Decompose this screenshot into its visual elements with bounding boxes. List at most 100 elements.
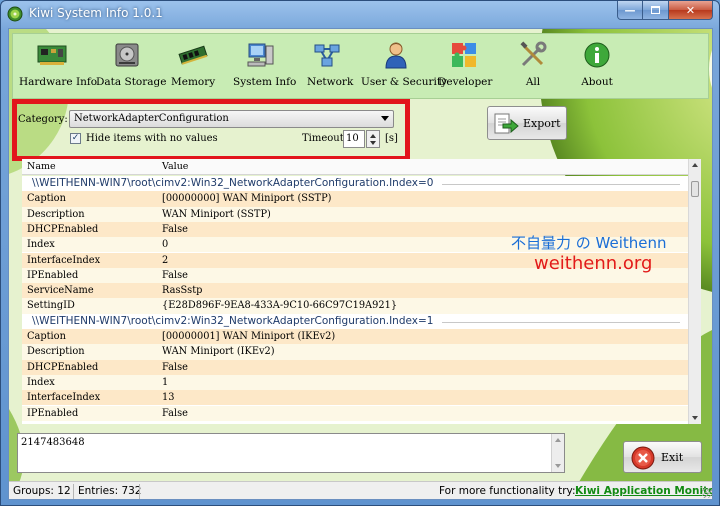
- table-row[interactable]: IPEnabled False: [22, 405, 688, 421]
- checkmark-icon: ✓: [71, 133, 80, 143]
- spin-down-icon[interactable]: [370, 141, 376, 145]
- column-header-value[interactable]: Value: [162, 161, 188, 172]
- property-value: False: [162, 223, 188, 235]
- group-header-row[interactable]: \\WEITHENN-WIN7\root\cimv2:Win32_Network…: [22, 176, 688, 192]
- export-button[interactable]: Export: [487, 106, 567, 140]
- table-row[interactable]: Index 1: [22, 374, 688, 391]
- toolbar-all[interactable]: All: [515, 40, 551, 96]
- resize-grip[interactable]: [702, 488, 712, 498]
- toolbar-system-info[interactable]: System Info: [233, 40, 296, 96]
- toolbar-developer[interactable]: Developer: [438, 40, 493, 96]
- property-name: Caption: [27, 193, 66, 205]
- property-name: InterfaceIndex: [27, 254, 101, 266]
- property-name: SettingID: [27, 300, 75, 312]
- group-divider: [442, 321, 680, 323]
- maximize-button[interactable]: [643, 1, 669, 20]
- status-separator: [73, 484, 74, 499]
- property-value: False: [162, 269, 188, 281]
- scrollbar-thumb[interactable]: [691, 181, 699, 197]
- table-row[interactable]: Caption [00000001] WAN Miniport (IKEv2): [22, 329, 688, 345]
- client-area: Hardware Info Data Storage Memory System…: [8, 28, 713, 500]
- toolbar-label: About: [581, 76, 613, 88]
- table-row[interactable]: Description WAN Miniport (IKEv2): [22, 344, 688, 360]
- toolbar-about[interactable]: About: [579, 40, 615, 96]
- timeout-input[interactable]: 10: [343, 130, 365, 148]
- toolbar-hardware-info[interactable]: Hardware Info: [19, 40, 97, 96]
- detail-value: 2147483648: [21, 437, 85, 448]
- toolbar-network[interactable]: Network: [307, 40, 354, 96]
- exit-button[interactable]: Exit: [623, 441, 702, 473]
- status-entries: Entries: 732: [78, 485, 142, 497]
- network-icon: [314, 44, 340, 67]
- property-name: DHCPEnabled: [27, 223, 99, 235]
- toolbar-label: User & Security: [361, 76, 448, 88]
- property-name: Index: [27, 376, 55, 388]
- property-value: WAN Miniport (SSTP): [162, 208, 271, 220]
- properties-grid[interactable]: \\WEITHENN-WIN7\root\cimv2:Win32_Network…: [22, 176, 688, 424]
- detail-scrollbar[interactable]: [551, 434, 564, 472]
- user-icon: [385, 42, 407, 69]
- window-controls: — ✕: [617, 1, 713, 20]
- timeout-unit: [s]: [385, 133, 398, 144]
- toolbar-label: Developer: [438, 76, 493, 88]
- property-name: ServiceName: [27, 285, 94, 297]
- kiwi-app-icon: [7, 6, 23, 22]
- table-row[interactable]: SettingID {E28D896F-9EA8-433A-9C10-66C97C…: [22, 298, 688, 314]
- group-divider: [442, 184, 680, 185]
- scroll-up-icon[interactable]: [555, 438, 561, 442]
- property-value: False: [162, 361, 188, 373]
- status-bar: Groups: 12 Entries: 732 For more functio…: [9, 481, 712, 499]
- chevron-down-icon: [381, 116, 389, 121]
- category-label: Category:: [18, 114, 68, 125]
- exit-button-label: Exit: [661, 451, 684, 464]
- table-row[interactable]: Description WAN Miniport (SSTP): [22, 206, 688, 222]
- category-toolbar: Hardware Info Data Storage Memory System…: [12, 33, 709, 99]
- table-row[interactable]: DHCPEnabled False: [22, 359, 688, 375]
- property-name: Description: [27, 208, 85, 220]
- table-row[interactable]: Caption [00000000] WAN Miniport (SSTP): [22, 191, 688, 207]
- property-name: Index: [27, 239, 55, 251]
- property-value: 1: [162, 376, 169, 388]
- property-value: RasSstp: [162, 285, 203, 297]
- hide-empty-checkbox[interactable]: ✓: [70, 133, 81, 144]
- table-row[interactable]: ServiceName RasSstp: [22, 283, 688, 299]
- toolbar-user-security[interactable]: User & Security: [361, 40, 448, 96]
- kiwi-application-monitor-link[interactable]: Kiwi Application Monitor: [575, 485, 712, 497]
- grid-scrollbar[interactable]: [688, 159, 701, 424]
- table-row[interactable]: InterfaceIndex 13: [22, 390, 688, 406]
- status-groups: Groups: 12: [13, 485, 71, 497]
- toolbar-label: Data Storage: [96, 76, 167, 88]
- export-icon: [494, 113, 519, 134]
- category-dropdown[interactable]: NetworkAdapterConfiguration: [69, 110, 394, 128]
- detail-textbox[interactable]: 2147483648: [17, 433, 565, 473]
- toolbar-memory[interactable]: Memory: [171, 40, 215, 96]
- title-bar[interactable]: Kiwi System Info 1.0.1 — ✕: [1, 1, 719, 27]
- property-value: False: [162, 407, 188, 419]
- group-path: \\WEITHENN-WIN7\root\cimv2:Win32_Network…: [32, 177, 434, 189]
- property-name: InterfaceIndex: [27, 392, 101, 404]
- toolbar-label: Memory: [171, 76, 216, 88]
- column-header-name[interactable]: Name: [27, 161, 56, 172]
- toolbar-data-storage[interactable]: Data Storage: [96, 40, 167, 96]
- tools-icon: [520, 41, 547, 67]
- property-value: 13: [162, 392, 175, 404]
- scroll-down-icon[interactable]: [692, 416, 698, 420]
- timeout-spinner[interactable]: [366, 130, 380, 148]
- export-button-label: Export: [523, 117, 561, 130]
- property-value: [00000000] WAN Miniport (SSTP): [162, 193, 332, 205]
- circuit-board-icon: [37, 45, 67, 65]
- group-header-row[interactable]: \\WEITHENN-WIN7\root\cimv2:Win32_Network…: [22, 313, 688, 329]
- property-value: 0: [162, 239, 169, 251]
- exit-icon: [631, 446, 655, 470]
- scroll-down-icon[interactable]: [555, 464, 561, 468]
- window-title: Kiwi System Info 1.0.1: [29, 6, 163, 20]
- scroll-up-icon[interactable]: [692, 163, 698, 167]
- property-value: 2: [162, 254, 169, 266]
- status-separator: [139, 484, 140, 499]
- minimize-button[interactable]: —: [617, 1, 643, 20]
- spin-up-icon[interactable]: [370, 134, 376, 138]
- timeout-label: Timeout:: [302, 133, 348, 144]
- info-icon: [584, 42, 610, 68]
- close-button[interactable]: ✕: [669, 1, 713, 20]
- toolbar-label: Network: [307, 76, 354, 88]
